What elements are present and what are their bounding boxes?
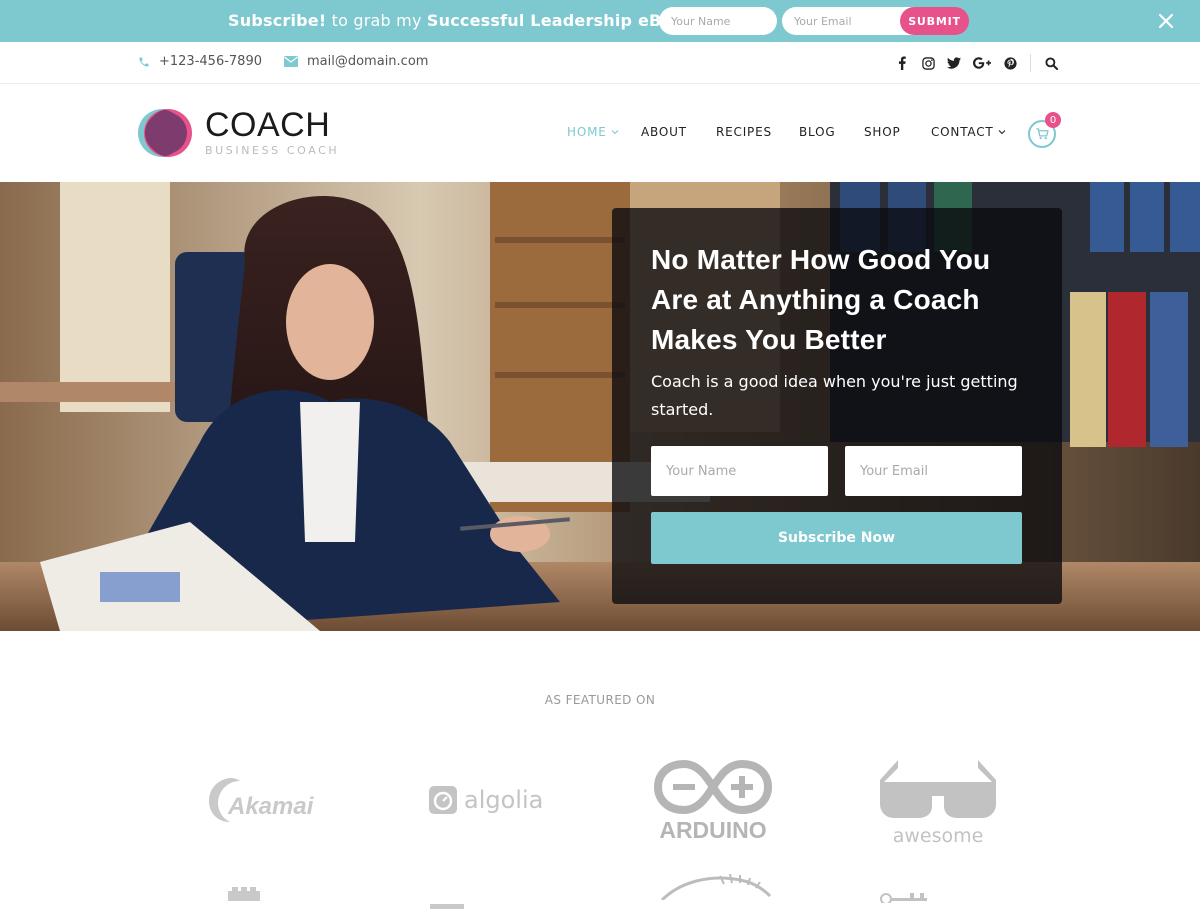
nav-label: RECIPES [716, 125, 772, 139]
site-header: COACH BUSINESS COACH HOME ABOUT RECIPES … [0, 84, 1200, 182]
logo-icon[interactable] [138, 108, 194, 158]
nav-item-blog[interactable]: BLOG [799, 125, 835, 139]
notification-bar: Subscribe! to grab my Successful Leaders… [0, 0, 1200, 42]
phone-icon [139, 57, 149, 66]
notification-name-input[interactable] [659, 7, 777, 35]
partial-logo-4 [880, 888, 930, 905]
nav-label: ABOUT [641, 125, 687, 139]
awesome-logo[interactable]: awesome [878, 756, 998, 847]
cart-icon [1036, 128, 1049, 140]
nav-label: SHOP [864, 125, 901, 139]
notification-strong-text: Subscribe! [228, 11, 327, 30]
chevron-down-icon [998, 130, 1005, 135]
email-address: mail@domain.com [307, 54, 429, 69]
nav-item-shop[interactable]: SHOP [864, 125, 901, 139]
subscribe-now-button[interactable]: Subscribe Now [651, 512, 1022, 564]
hero-section: No Matter How Good You Are at Anything a… [0, 182, 1200, 631]
awesome-text: awesome [893, 825, 984, 844]
close-icon[interactable] [1155, 10, 1177, 32]
nav-item-home[interactable]: HOME [567, 125, 619, 139]
search-icon[interactable] [1043, 55, 1059, 71]
notification-submit-button[interactable]: SUBMIT [900, 7, 969, 35]
nav-label: HOME [567, 125, 607, 139]
phone-number: +123-456-7890 [159, 54, 262, 69]
notification-mid-text: to grab my [326, 11, 427, 30]
contact-row: +123-456-7890 mail@domain.com [0, 42, 1200, 84]
logo-subtitle: BUSINESS COACH [205, 144, 340, 157]
partial-logo-2 [430, 894, 464, 909]
hero-card: No Matter How Good You Are at Anything a… [612, 208, 1062, 604]
nav-label: CONTACT [931, 125, 994, 139]
nav-item-about[interactable]: ABOUT [641, 125, 687, 139]
hero-name-input[interactable] [651, 446, 828, 496]
akamai-text: Akamai [227, 793, 315, 820]
arduino-logo[interactable]: ARDUINO [653, 758, 773, 843]
cart-count-badge: 0 [1045, 112, 1061, 128]
hero-email-input[interactable] [845, 446, 1022, 496]
algolia-text: algolia [464, 786, 543, 814]
google-plus-icon[interactable] [972, 55, 992, 71]
nav-item-recipes[interactable]: RECIPES [716, 125, 772, 139]
partial-logo-1 [228, 886, 260, 901]
facebook-icon[interactable] [894, 55, 910, 71]
instagram-icon[interactable] [920, 55, 936, 71]
phone-contact[interactable]: +123-456-7890 [138, 54, 262, 69]
mail-icon [284, 56, 298, 67]
social-divider [1030, 54, 1031, 72]
nav-label: BLOG [799, 125, 836, 139]
social-links [884, 54, 1059, 72]
nav-item-contact[interactable]: CONTACT [931, 125, 1006, 139]
hero-title: No Matter How Good You Are at Anything a… [651, 244, 991, 355]
logo-title[interactable]: COACH [205, 106, 330, 145]
akamai-logo[interactable]: Akamai [204, 772, 322, 826]
hero-subtitle: Coach is a good idea when you're just ge… [651, 372, 1018, 419]
featured-label: AS FEATURED ON [544, 693, 656, 707]
notification-text: Subscribe! to grab my Successful Leaders… [228, 11, 702, 30]
email-contact[interactable]: mail@domain.com [284, 54, 428, 69]
arduino-text: ARDUINO [659, 817, 766, 842]
chevron-down-icon [611, 130, 618, 135]
pinterest-icon[interactable] [1002, 55, 1018, 71]
partial-logo-3 [660, 873, 772, 902]
algolia-logo[interactable]: algolia [428, 780, 550, 820]
twitter-icon[interactable] [946, 55, 962, 71]
